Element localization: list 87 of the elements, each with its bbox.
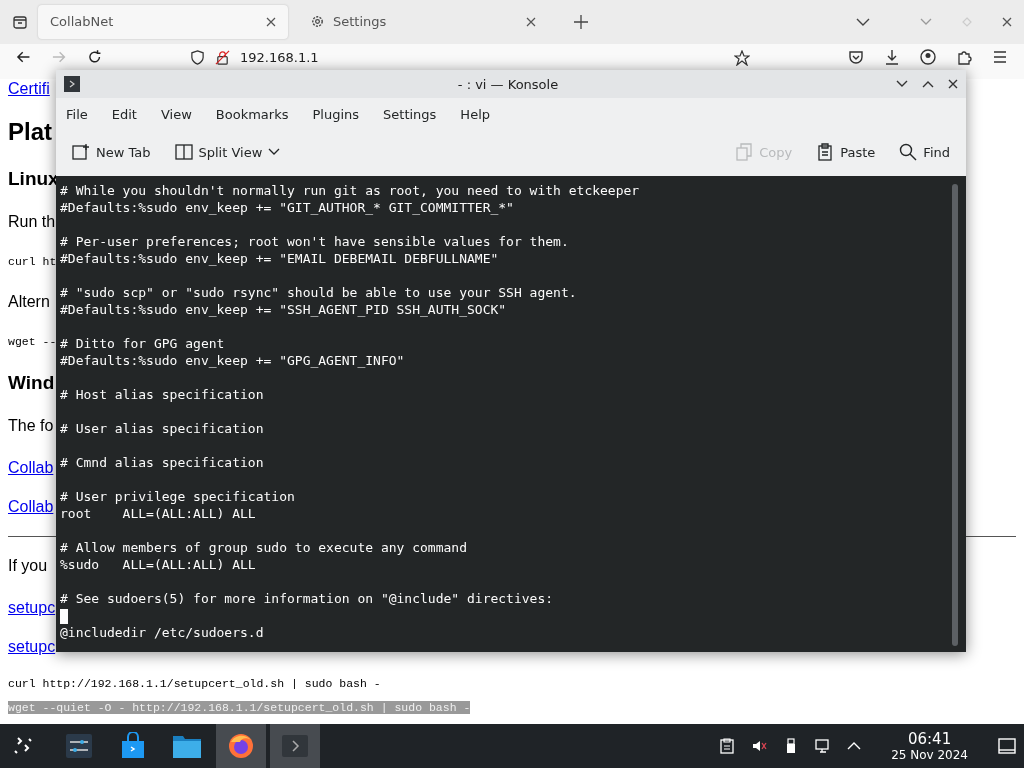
page-paragraph: Altern	[8, 292, 50, 312]
dropdown-icon	[268, 148, 281, 156]
page-link[interactable]: Collab	[8, 458, 54, 478]
terminal-line: # Cmnd alias specification	[60, 454, 265, 471]
window-title: - : vi — Konsole	[457, 76, 559, 92]
tab-list-icon[interactable]	[12, 13, 28, 30]
expand-tray-icon[interactable]	[847, 742, 862, 750]
page-link[interactable]: Collab	[8, 497, 54, 517]
terminal-line: # While you shouldn't normally run git as root, you need to with etckeeper	[60, 182, 641, 199]
maximize-icon[interactable]	[922, 80, 934, 88]
command-line: curl http://192.168.1.1/setupcert_old.sh | sudo bash -	[8, 676, 381, 692]
section-heading: Linux	[8, 168, 59, 190]
reload-icon[interactable]	[86, 48, 103, 65]
page-paragraph: Run th	[8, 212, 56, 232]
page-paragraph: If you	[8, 556, 48, 576]
close-icon[interactable]	[526, 16, 536, 27]
gear-icon	[310, 14, 325, 30]
scrollbar[interactable]	[952, 184, 958, 646]
page-link[interactable]: Certifi	[8, 79, 50, 99]
section-heading: Wind	[8, 372, 55, 394]
page-paragraph: The fo	[8, 416, 54, 436]
sliders-icon[interactable]	[65, 732, 93, 760]
close-icon[interactable]	[1002, 16, 1012, 27]
show-desktop-icon[interactable]	[998, 737, 1016, 755]
close-icon[interactable]	[948, 79, 958, 89]
terminal-line: @includedir /etc/sudoers.d	[60, 624, 265, 641]
page-link[interactable]: setupc	[8, 637, 56, 657]
puzzle-icon[interactable]	[956, 48, 972, 65]
menu-icon[interactable]	[992, 48, 1008, 65]
new-tab-icon	[72, 143, 90, 161]
clipboard-icon	[816, 143, 835, 161]
close-icon[interactable]	[266, 16, 276, 27]
lock-icon	[215, 50, 231, 66]
terminal-line: #Defaults:%sudo env_keep += "GIT_AUTHOR_* GIT_COMMITTER_*"	[60, 199, 515, 216]
terminal-line: #Defaults:%sudo env_keep += "SSH_AGENT_PID SSH_AUTH_SOCK"	[60, 301, 508, 318]
copy-icon	[735, 143, 754, 161]
minimize-icon[interactable]	[896, 80, 908, 88]
toolbar-button[interactable]: New Tab	[64, 139, 159, 165]
star-icon[interactable]	[734, 49, 750, 66]
muted-speaker-icon[interactable]	[751, 738, 768, 754]
terminal-icon[interactable]	[281, 732, 309, 760]
terminal-line: %sudo ALL=(ALL:ALL) ALL	[60, 556, 257, 573]
menu-item[interactable]: Help	[460, 106, 490, 122]
new-tab-icon[interactable]	[574, 14, 588, 29]
pocket-icon[interactable]	[848, 48, 864, 65]
network-icon[interactable]	[815, 738, 832, 754]
terminal-line: # Per-user preferences; root won't have sensible values for them.	[60, 233, 570, 250]
page-link[interactable]: setupc	[8, 598, 56, 618]
tab-title: Settings	[333, 14, 388, 30]
menu-item[interactable]: File	[66, 106, 88, 122]
terminal-line: # "sudo scp" or "sudo rsync" should be able to use your SSH agent.	[60, 284, 578, 301]
shield-icon	[190, 50, 206, 66]
tab-overflow-icon[interactable]	[856, 17, 870, 26]
search-icon	[899, 143, 918, 161]
terminal-line: #Defaults:%sudo env_keep += "GPG_AGENT_INFO"	[60, 352, 406, 369]
terminal-line: # Ditto for GPG agent	[60, 335, 226, 352]
tab-title: CollabNet	[50, 14, 115, 30]
toolbar-button[interactable]: Find	[891, 139, 958, 165]
text-cursor	[60, 609, 68, 624]
split-view-icon	[174, 143, 193, 161]
menu-item[interactable]: View	[160, 106, 192, 122]
browser-icon[interactable]	[227, 732, 255, 760]
terminal-line: # See sudoers(5) for more information on "@include" directives:	[60, 590, 555, 607]
toolbar-button[interactable]: Split View	[166, 139, 289, 165]
terminal-line: #Defaults:%sudo env_keep += "EMAIL DEBEMAIL DEBFULLNAME"	[60, 250, 500, 267]
menu-item[interactable]: Plugins	[312, 106, 360, 122]
terminal-line: # User privilege specification	[60, 488, 296, 505]
account-icon[interactable]	[920, 48, 936, 65]
download-icon[interactable]	[884, 48, 900, 65]
menu-item[interactable]: Settings	[383, 106, 437, 122]
clipboard-icon[interactable]	[719, 738, 736, 754]
terminal-line: # Allow members of group sudo to execute any command	[60, 539, 468, 556]
terminal-line: # Host alias specification	[60, 386, 265, 403]
shopping-bag-icon[interactable]	[119, 732, 147, 760]
terminal-line: # User alias specification	[60, 420, 265, 437]
command-line: curl ht	[8, 254, 57, 270]
page-heading: Plat	[8, 118, 52, 146]
toolbar-button[interactable]: Paste	[808, 139, 884, 165]
menu-item[interactable]: Bookmarks	[215, 106, 289, 122]
command-line: wget --	[8, 334, 57, 350]
terminal-line: root ALL=(ALL:ALL) ALL	[60, 505, 257, 522]
browser-tab[interactable]: CollabNet	[38, 4, 288, 39]
terminal-area[interactable]	[56, 176, 966, 652]
terminal-app-icon	[64, 76, 80, 92]
menu-item[interactable]: Edit	[111, 106, 137, 122]
clock[interactable]: 06:41 25 Nov 2024	[891, 730, 968, 762]
browser-tab[interactable]: Settings	[298, 4, 548, 39]
